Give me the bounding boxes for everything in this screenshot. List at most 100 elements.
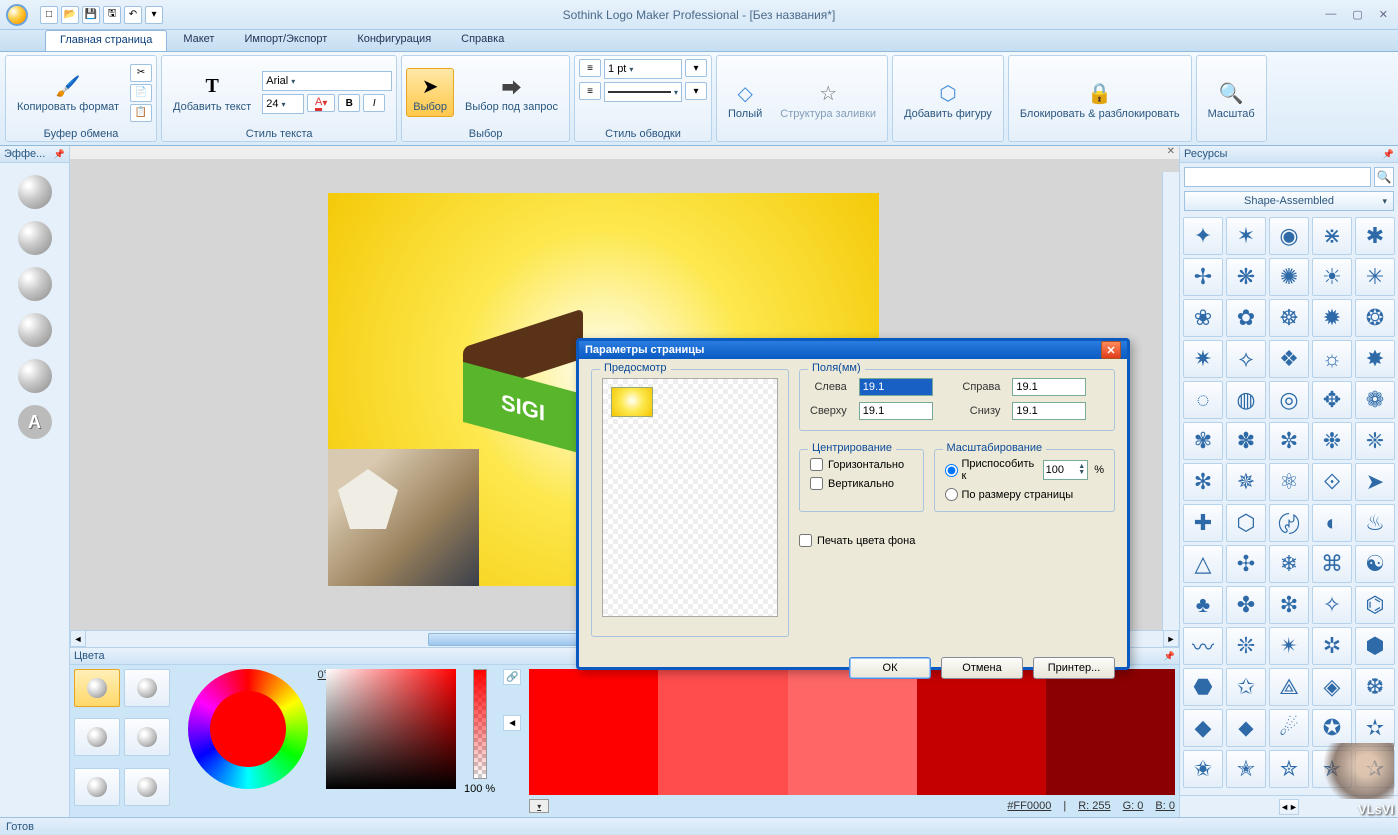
stroke-align-1[interactable]: ≡ bbox=[579, 59, 601, 77]
effect-preset-1[interactable] bbox=[18, 175, 52, 209]
qat-customize[interactable]: ▾ bbox=[145, 6, 163, 24]
shape-item[interactable]: ⚛ bbox=[1269, 463, 1309, 501]
add-text-button[interactable]: T Добавить текст bbox=[166, 68, 258, 117]
fill-structure-button[interactable]: ☆ Структура заливки bbox=[773, 75, 883, 124]
paste-button[interactable]: 📋 bbox=[130, 104, 152, 122]
shape-item[interactable]: ✪ bbox=[1312, 709, 1352, 747]
shape-item[interactable]: ◉ bbox=[1269, 217, 1309, 255]
shape-item[interactable]: ✩ bbox=[1226, 668, 1266, 706]
fontsize-dropdown[interactable]: 24▾ bbox=[262, 94, 304, 114]
cut-button[interactable]: ✂ bbox=[130, 64, 152, 82]
hollow-button[interactable]: ◇ Полый bbox=[721, 75, 769, 124]
effect-preset-4[interactable] bbox=[18, 313, 52, 347]
tab-home[interactable]: Главная страница bbox=[45, 30, 167, 51]
shape-item[interactable]: ✢ bbox=[1183, 258, 1223, 296]
shape-item[interactable]: ⌘ bbox=[1312, 545, 1352, 583]
b-value[interactable]: B: 0 bbox=[1155, 800, 1175, 812]
shape-item[interactable]: ❖ bbox=[1269, 340, 1309, 378]
shape-item[interactable]: ✦ bbox=[1183, 217, 1223, 255]
shape-item[interactable]: ✴ bbox=[1269, 627, 1309, 665]
shape-item[interactable]: ☸ bbox=[1269, 299, 1309, 337]
stroke-width-dropdown[interactable]: 1 pt▾ bbox=[604, 59, 682, 79]
color-mode-1[interactable] bbox=[74, 669, 120, 707]
color-mode-2[interactable] bbox=[124, 669, 170, 707]
qat-undo[interactable]: ↶ bbox=[124, 6, 142, 24]
fontcolor-button[interactable]: A▾ bbox=[307, 94, 335, 112]
shape-item[interactable]: ☄ bbox=[1269, 709, 1309, 747]
qat-save[interactable]: 💾 bbox=[82, 6, 100, 24]
stroke-opts-1[interactable]: ▾ bbox=[685, 59, 707, 77]
dialog-close-button[interactable]: ✕ bbox=[1101, 341, 1121, 359]
shape-item[interactable]: ⬥ bbox=[1226, 709, 1266, 747]
shape-item[interactable]: ☯ bbox=[1355, 545, 1395, 583]
shape-item[interactable]: ❇ bbox=[1269, 586, 1309, 624]
tab-import-export[interactable]: Импорт/Экспорт bbox=[230, 30, 341, 51]
center-vert-checkbox[interactable]: Вертикально bbox=[810, 477, 913, 490]
shape-item[interactable]: ⬢ bbox=[1355, 627, 1395, 665]
shape-item[interactable]: ✾ bbox=[1183, 422, 1223, 460]
cancel-button[interactable]: Отмена bbox=[941, 657, 1023, 679]
print-bg-checkbox[interactable]: Печать цвета фона bbox=[799, 534, 915, 547]
copy-format-button[interactable]: 🖌️ Копировать формат bbox=[10, 68, 126, 117]
color-wheel[interactable] bbox=[188, 669, 308, 789]
margin-left-input[interactable] bbox=[859, 378, 933, 396]
shape-item[interactable]: ◍ bbox=[1226, 381, 1266, 419]
shape-item[interactable]: ◐ bbox=[1312, 504, 1352, 542]
page-toggle[interactable]: ◄► bbox=[1279, 799, 1299, 815]
color-mode-3[interactable] bbox=[74, 718, 120, 756]
resource-category-dropdown[interactable]: Shape-Assembled bbox=[1184, 191, 1394, 211]
shape-item[interactable]: ✳ bbox=[1355, 258, 1395, 296]
shape-item[interactable]: ♨ bbox=[1355, 504, 1395, 542]
shape-item[interactable]: ⟁ bbox=[1269, 668, 1309, 706]
shape-item[interactable]: ⬡ bbox=[1226, 504, 1266, 542]
photo-object[interactable] bbox=[328, 449, 479, 586]
stroke-align-2[interactable]: ≡ bbox=[579, 82, 601, 100]
shape-item[interactable]: ♣ bbox=[1183, 586, 1223, 624]
shape-item[interactable]: ✺ bbox=[1269, 258, 1309, 296]
shape-item[interactable]: ✶ bbox=[1226, 217, 1266, 255]
shape-item[interactable]: ✥ bbox=[1312, 381, 1352, 419]
font-dropdown[interactable]: Arial▾ bbox=[262, 71, 392, 91]
ok-button[interactable]: ОК bbox=[849, 657, 931, 679]
effect-preset-5[interactable] bbox=[18, 359, 52, 393]
shape-item[interactable]: ✷ bbox=[1183, 340, 1223, 378]
hscroll-right[interactable]: ► bbox=[1163, 630, 1179, 647]
shape-item[interactable]: ✮ bbox=[1269, 750, 1309, 788]
saturation-value-box[interactable] bbox=[326, 669, 456, 789]
add-shape-button[interactable]: ⬡ Добавить фигуру bbox=[897, 75, 999, 124]
g-value[interactable]: G: 0 bbox=[1123, 800, 1144, 812]
maximize-button[interactable]: ▢ bbox=[1348, 6, 1366, 23]
fit-to-radio[interactable]: Приспособить к bbox=[945, 458, 1037, 482]
select-by-query-button[interactable]: ⮕ Выбор под запрос bbox=[458, 68, 565, 117]
shape-item[interactable]: 〰 bbox=[1183, 627, 1223, 665]
shape-item[interactable]: ❀ bbox=[1183, 299, 1223, 337]
prev-palette-button[interactable]: ◄ bbox=[503, 715, 521, 731]
shape-item[interactable]: ⟐ bbox=[1312, 463, 1352, 501]
shape-item[interactable]: ✣ bbox=[1226, 545, 1266, 583]
shape-item[interactable]: ◈ bbox=[1312, 668, 1352, 706]
tab-layout[interactable]: Макет bbox=[169, 30, 228, 51]
doc-close-button[interactable]: ✕ bbox=[1167, 146, 1175, 159]
shape-item[interactable]: ✽ bbox=[1226, 422, 1266, 460]
lock-button[interactable]: 🔒 Блокировать & разблокировать bbox=[1013, 75, 1187, 124]
shape-item[interactable]: ✚ bbox=[1183, 504, 1223, 542]
vertical-scrollbar[interactable] bbox=[1162, 172, 1179, 630]
r-value[interactable]: R: 255 bbox=[1078, 800, 1110, 812]
resource-search-button[interactable]: 🔍 bbox=[1374, 167, 1394, 187]
hex-value[interactable]: #FF0000 bbox=[1007, 800, 1051, 812]
shape-item[interactable]: ✹ bbox=[1312, 299, 1352, 337]
shape-item[interactable]: ❊ bbox=[1226, 627, 1266, 665]
color-mode-5[interactable] bbox=[74, 768, 120, 806]
qat-open[interactable]: 📂 bbox=[61, 6, 79, 24]
hscroll-left[interactable]: ◄ bbox=[70, 630, 86, 647]
margin-bottom-input[interactable] bbox=[1012, 402, 1086, 420]
shape-item[interactable]: ✫ bbox=[1355, 709, 1395, 747]
shape-item[interactable]: ❈ bbox=[1355, 422, 1395, 460]
shape-item[interactable]: 〄 bbox=[1269, 504, 1309, 542]
stroke-opts-2[interactable]: ▾ bbox=[685, 82, 707, 100]
shape-item[interactable]: ❄ bbox=[1269, 545, 1309, 583]
stroke-style-dropdown[interactable]: ▾ bbox=[604, 82, 682, 102]
shape-item[interactable]: ✱ bbox=[1355, 217, 1395, 255]
dialog-titlebar[interactable]: Параметры страницы ✕ bbox=[579, 341, 1127, 359]
zoom-button[interactable]: 🔍 Масштаб bbox=[1201, 75, 1262, 124]
